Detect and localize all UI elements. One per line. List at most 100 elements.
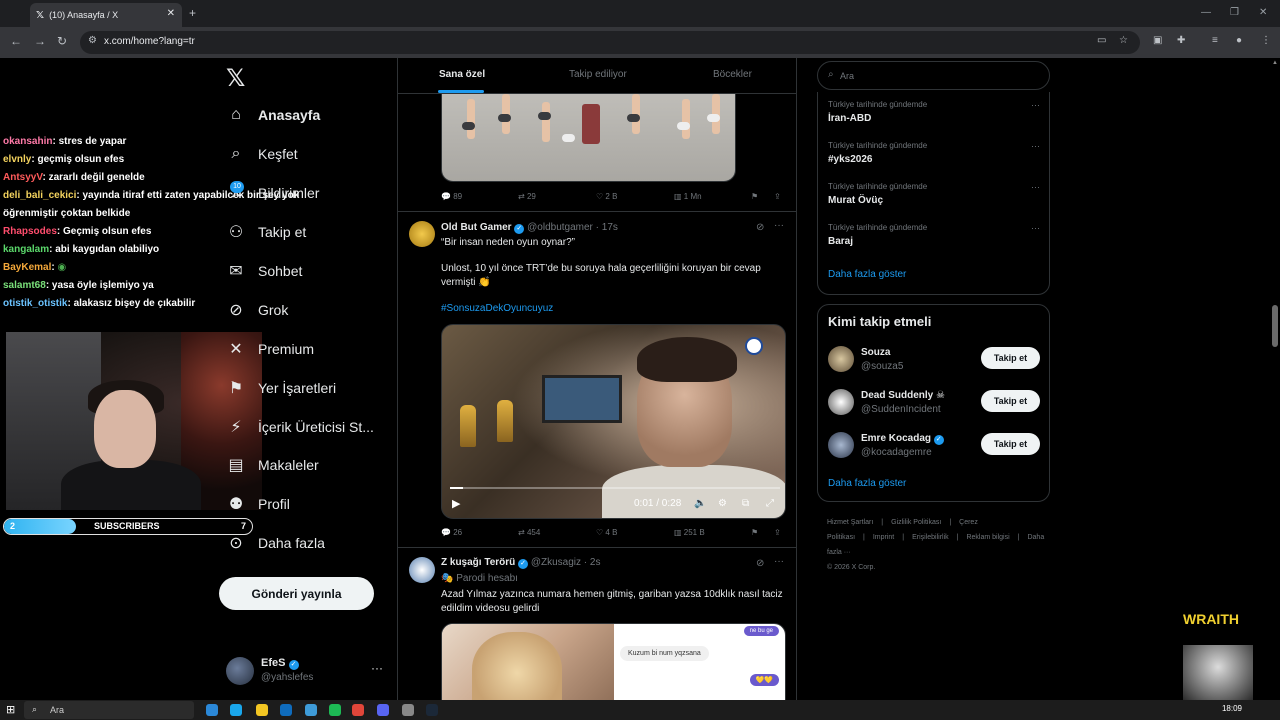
reload-icon[interactable]: ↻ (57, 34, 67, 48)
follow-button[interactable]: Takip et (981, 390, 1040, 412)
maximize-icon[interactable]: ❐ (1230, 7, 1239, 18)
grok-icon[interactable]: ⊘ (756, 222, 764, 233)
tab-bugs[interactable]: Böcekler (713, 69, 752, 80)
nav-item-follow[interactable]: ⚇ Takip et (226, 219, 306, 245)
trend-more-icon[interactable]: ··· (1031, 100, 1040, 110)
avatar[interactable] (409, 221, 435, 247)
omnibox[interactable]: ⚙ x.com/home?lang=tr (80, 31, 1140, 54)
follow-suggestion[interactable]: Dead Suddenly ☠ @SuddenIncident Takip et (828, 388, 1040, 418)
tab-for-you[interactable]: Sana özel (439, 69, 485, 80)
like-button[interactable]: ♡ 2 B (596, 192, 617, 201)
outlook-icon[interactable] (280, 704, 292, 716)
tab-close-icon[interactable]: ✕ (167, 8, 175, 19)
forward-icon[interactable]: → (34, 34, 46, 48)
puzzle-icon[interactable]: ✚ (1177, 35, 1185, 46)
pip-icon[interactable]: ⧉ (742, 498, 749, 509)
profile-icon-browser[interactable]: ● (1236, 35, 1242, 46)
views-button[interactable]: ▥ 251 B (674, 528, 705, 537)
views-button[interactable]: ▥ 1 Mn (674, 192, 702, 201)
trend-more-icon[interactable]: ··· (1031, 223, 1040, 233)
tab-following[interactable]: Takip ediliyor (569, 69, 627, 80)
kebab-menu-icon[interactable]: ⋮ (1261, 35, 1271, 46)
avatar[interactable] (409, 557, 435, 583)
post-author-name[interactable]: Old But Gamer (441, 222, 512, 233)
like-button[interactable]: ♡ 4 B (596, 528, 617, 537)
nav-item-articles[interactable]: ▤ Makaleler (226, 452, 318, 478)
footer-link[interactable]: Reklam bilgisi (966, 534, 1009, 541)
avatar[interactable] (828, 346, 854, 372)
avatar[interactable] (828, 389, 854, 415)
play-icon[interactable]: ▶ (452, 497, 460, 510)
chrome-icon[interactable] (352, 704, 364, 716)
avatar[interactable] (828, 432, 854, 458)
nav-item-profile[interactable]: ⚉ Profil (226, 491, 290, 517)
account-more-icon[interactable]: ··· (371, 661, 383, 675)
scrollbar[interactable] (1270, 58, 1280, 700)
edge-icon[interactable] (206, 704, 218, 716)
post-author-handle[interactable]: @Zkusagiz (531, 557, 581, 568)
suggestion-name[interactable]: Emre Kocadag (861, 433, 931, 444)
footer-link[interactable]: Erişilebilirlik (912, 534, 949, 541)
trend-item[interactable]: Türkiye tarihinde gündemde İran-ABD ··· (828, 100, 1040, 124)
app-icon[interactable] (305, 704, 317, 716)
follow-button[interactable]: Takip et (981, 433, 1040, 455)
nav-item-bookmark[interactable]: ⚑ Yer İşaretleri (226, 375, 336, 401)
account-switcher[interactable]: EfeS ✓ @yahslefes ··· (226, 655, 386, 687)
settings-icon[interactable]: ⚙ (718, 498, 727, 509)
trend-more-icon[interactable]: ··· (1031, 182, 1040, 192)
footer-link[interactable]: Gizlilik Politikası (891, 519, 941, 526)
nav-item-home[interactable]: ⌂ Anasayfa (226, 102, 320, 128)
discord-icon[interactable] (377, 704, 389, 716)
suggestion-name[interactable]: Dead Suddenly ☠ (861, 390, 945, 401)
post-image[interactable] (441, 94, 736, 182)
suggestion-name[interactable]: Souza (861, 347, 890, 358)
nav-item-more[interactable]: ⊙ Daha fazla (226, 530, 325, 556)
scroll-up-icon[interactable]: ▲ (1272, 60, 1278, 66)
install-icon[interactable]: ▭ (1097, 35, 1106, 46)
repost-button[interactable]: ⇄ 29 (518, 192, 536, 201)
nav-item-search[interactable]: ⌕ Keşfet (226, 141, 298, 167)
scrollbar-thumb[interactable] (1272, 305, 1278, 347)
trend-more-icon[interactable]: ··· (1031, 141, 1040, 151)
post-more-icon[interactable]: ··· (774, 220, 784, 231)
bookmark-icon[interactable]: ⚑ (751, 528, 758, 537)
spotify-icon[interactable] (329, 704, 341, 716)
post-image[interactable]: Kuzum bi num yqzsana ne bu ge 💛💛 (441, 623, 786, 700)
grok-icon[interactable]: ⊘ (756, 558, 764, 569)
minimize-icon[interactable]: — (1201, 7, 1211, 18)
video-player[interactable]: ▶ 0:01 / 0:28 🔈 ⚙ ⧉ ⤢ (441, 324, 786, 519)
post-time[interactable]: · 2s (584, 557, 601, 568)
post-more-icon[interactable]: ··· (774, 556, 784, 567)
nav-item-premium[interactable]: ✕ Premium (226, 336, 314, 362)
post-button[interactable]: Gönderi yayınla (219, 577, 374, 610)
share-icon[interactable]: ⇪ (774, 192, 781, 201)
reply-button[interactable]: 💬 89 (441, 192, 462, 201)
back-icon[interactable]: ← (10, 34, 22, 48)
repost-button[interactable]: ⇄ 454 (518, 528, 540, 537)
trend-item[interactable]: Türkiye tarihinde gündemde Murat Övüç ··· (828, 182, 1040, 206)
nav-item-mail[interactable]: ✉ Sohbet (226, 258, 302, 284)
fullscreen-icon[interactable]: ⤢ (766, 498, 774, 509)
mute-icon[interactable]: 🔈 (694, 498, 706, 509)
nav-item-grok[interactable]: ⊘ Grok (226, 297, 288, 323)
trends-show-more[interactable]: Daha fazla göster (828, 269, 906, 280)
follow-suggestion[interactable]: Emre Kocadag ✓ @kocadagemre Takip et (828, 431, 1040, 461)
window-close-icon[interactable]: ✕ (1259, 7, 1267, 18)
post-author-name[interactable]: Z kuşağı Terörü (441, 557, 515, 568)
steam-icon[interactable] (426, 704, 438, 716)
new-tab-button[interactable]: + (189, 6, 196, 20)
trend-item[interactable]: Türkiye tarihinde gündemde Baraj ··· (828, 223, 1040, 247)
explorer-icon[interactable] (256, 704, 268, 716)
taskbar-search[interactable]: ⌕ Ara (24, 701, 194, 719)
footer-link[interactable]: Imprint (873, 534, 894, 541)
post-author-handle[interactable]: @oldbutgamer (527, 222, 593, 233)
post-hashtag[interactable]: #SonsuzaDekOyuncuyuz (441, 302, 786, 316)
video-progress[interactable] (450, 487, 780, 489)
star-icon[interactable]: ☆ (1119, 35, 1128, 46)
app-icon[interactable] (402, 704, 414, 716)
search-box[interactable]: ⌕ Ara (817, 61, 1050, 90)
reply-button[interactable]: 💬 26 (441, 528, 462, 537)
follow-suggestion[interactable]: Souza @souza5 Takip et (828, 345, 1040, 375)
footer-link[interactable]: Hizmet Şartları (827, 519, 873, 526)
who-to-follow-show-more[interactable]: Daha fazla göster (828, 478, 906, 489)
